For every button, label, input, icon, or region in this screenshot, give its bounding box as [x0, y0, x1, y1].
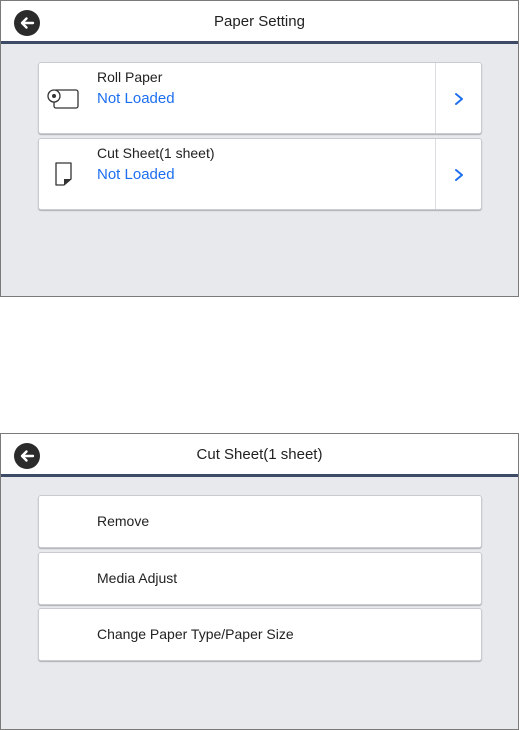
header-bar: Paper Setting — [1, 1, 518, 44]
media-adjust-button[interactable]: Media Adjust — [38, 552, 482, 605]
roll-paper-button[interactable]: Roll Paper Not Loaded — [38, 62, 482, 134]
cut-sheet-icon — [55, 162, 72, 186]
media-adjust-label: Media Adjust — [97, 570, 178, 586]
chevron-right-icon — [455, 169, 463, 181]
cut-sheet-status: Not Loaded — [97, 166, 175, 183]
remove-button[interactable]: Remove — [38, 495, 482, 548]
change-paper-type-label: Change Paper Type/Paper Size — [97, 626, 294, 642]
chevron-right-icon — [455, 93, 463, 105]
roll-paper-status: Not Loaded — [97, 90, 175, 107]
cut-sheet-button[interactable]: Cut Sheet(1 sheet) Not Loaded — [38, 138, 482, 210]
cut-sheet-screen: Cut Sheet(1 sheet) Remove Media Adjust C… — [0, 433, 519, 730]
roll-paper-label: Roll Paper — [97, 69, 163, 85]
cut-sheet-label: Cut Sheet(1 sheet) — [97, 145, 215, 161]
page-title: Cut Sheet(1 sheet) — [196, 446, 323, 463]
paper-setting-screen: Paper Setting Roll Paper Not Loaded Cut … — [0, 0, 519, 297]
remove-label: Remove — [97, 513, 150, 529]
roll-paper-icon — [47, 89, 79, 109]
page-title: Paper Setting — [214, 13, 305, 30]
change-paper-type-button[interactable]: Change Paper Type/Paper Size — [38, 608, 482, 661]
header-bar: Cut Sheet(1 sheet) — [1, 434, 518, 477]
card-divider — [435, 139, 436, 209]
card-divider — [435, 63, 436, 133]
